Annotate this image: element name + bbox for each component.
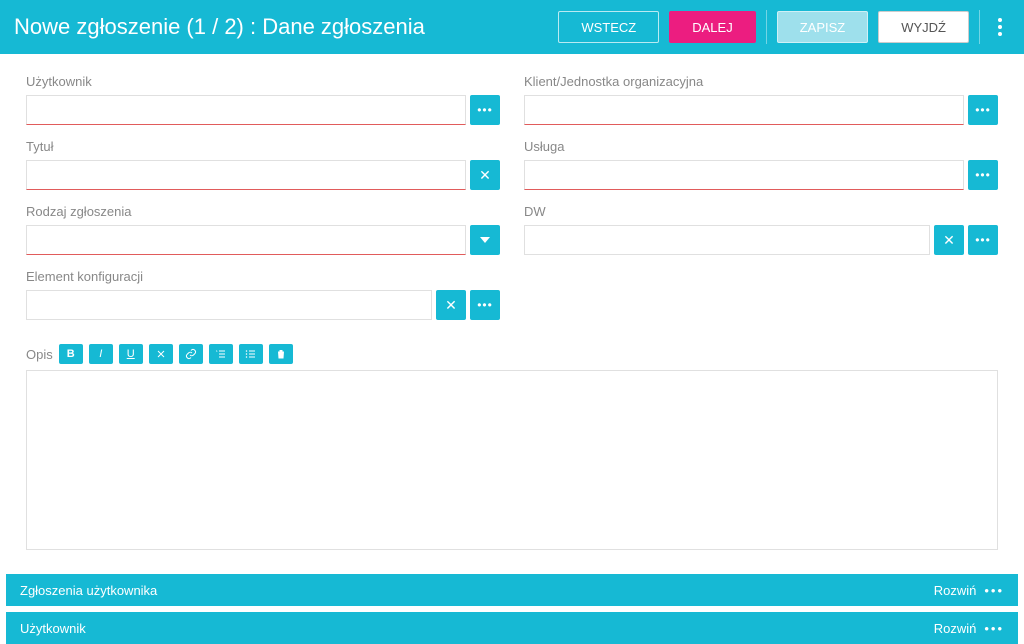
cc-field: DW — [524, 204, 998, 255]
ci-input[interactable] — [26, 290, 432, 320]
italic-button[interactable]: I — [89, 344, 113, 364]
list-unordered-icon — [245, 348, 257, 360]
expand-label[interactable]: Rozwiń — [934, 621, 977, 636]
user-section[interactable]: Użytkownik Rozwiń ••• — [6, 612, 1018, 644]
left-column: Użytkownik Tytuł Rodzaj zgłoszenia Eleme… — [26, 74, 500, 334]
section-title: Zgłoszenia użytkownika — [20, 583, 157, 598]
list-ordered-icon: 1 — [215, 348, 227, 360]
page-title: Nowe zgłoszenie (1 / 2) : Dane zgłoszeni… — [14, 14, 425, 40]
description-toolbar: Opis B I U 1 — [26, 344, 998, 364]
title-clear-button[interactable] — [470, 160, 500, 190]
user-field: Użytkownik — [26, 74, 500, 125]
bold-button[interactable]: B — [59, 344, 83, 364]
user-label: Użytkownik — [26, 74, 500, 89]
spacer — [0, 550, 1024, 568]
description-editor[interactable] — [26, 370, 998, 550]
type-field: Rodzaj zgłoszenia — [26, 204, 500, 255]
cc-label: DW — [524, 204, 998, 219]
client-lookup-button[interactable] — [968, 95, 998, 125]
user-lookup-button[interactable] — [470, 95, 500, 125]
expand-label[interactable]: Rozwiń — [934, 583, 977, 598]
ci-clear-button[interactable] — [436, 290, 466, 320]
list-unordered-button[interactable] — [239, 344, 263, 364]
type-input[interactable] — [26, 225, 466, 255]
save-button[interactable]: ZAPISZ — [777, 11, 869, 43]
attachment-button[interactable] — [269, 344, 293, 364]
title-label: Tytuł — [26, 139, 500, 154]
cc-clear-button[interactable] — [934, 225, 964, 255]
form-content: Użytkownik Tytuł Rodzaj zgłoszenia Eleme… — [0, 54, 1024, 344]
title-field: Tytuł — [26, 139, 500, 190]
link-button[interactable] — [179, 344, 203, 364]
right-column: Klient/Jednostka organizacyjna Usługa DW — [524, 74, 998, 334]
header-buttons: WSTECZ DALEJ ZAPISZ WYJDŹ — [558, 10, 1010, 44]
client-input[interactable] — [524, 95, 964, 125]
client-field: Klient/Jednostka organizacyjna — [524, 74, 998, 125]
section-more-icon[interactable]: ••• — [984, 621, 1004, 636]
underline-button[interactable]: U — [119, 344, 143, 364]
clear-format-button[interactable] — [149, 344, 173, 364]
cc-lookup-button[interactable] — [968, 225, 998, 255]
service-field: Usługa — [524, 139, 998, 190]
ci-field: Element konfiguracji — [26, 269, 500, 320]
type-dropdown-button[interactable] — [470, 225, 500, 255]
client-label: Klient/Jednostka organizacyjna — [524, 74, 998, 89]
separator — [766, 10, 767, 44]
desc-label: Opis — [26, 347, 53, 362]
separator — [979, 10, 980, 44]
clear-format-icon — [155, 348, 167, 360]
title-input[interactable] — [26, 160, 466, 190]
italic-icon: I — [99, 348, 102, 360]
type-label: Rodzaj zgłoszenia — [26, 204, 500, 219]
back-button[interactable]: WSTECZ — [558, 11, 659, 43]
more-menu-icon[interactable] — [990, 12, 1010, 42]
cc-input[interactable] — [524, 225, 930, 255]
svg-text:1: 1 — [216, 349, 218, 353]
trash-icon — [275, 348, 287, 360]
exit-button[interactable]: WYJDŹ — [878, 11, 969, 43]
underline-icon: U — [127, 348, 135, 360]
ci-lookup-button[interactable] — [470, 290, 500, 320]
link-icon — [185, 348, 197, 360]
service-label: Usługa — [524, 139, 998, 154]
service-lookup-button[interactable] — [968, 160, 998, 190]
next-button[interactable]: DALEJ — [669, 11, 755, 43]
list-ordered-button[interactable]: 1 — [209, 344, 233, 364]
bold-icon: B — [67, 348, 75, 360]
page-header: Nowe zgłoszenie (1 / 2) : Dane zgłoszeni… — [0, 0, 1024, 54]
section-title: Użytkownik — [20, 621, 86, 636]
description-section: Opis B I U 1 — [0, 344, 1024, 550]
section-more-icon[interactable]: ••• — [984, 583, 1004, 598]
ci-label: Element konfiguracji — [26, 269, 500, 284]
user-tickets-section[interactable]: Zgłoszenia użytkownika Rozwiń ••• — [6, 574, 1018, 606]
user-input[interactable] — [26, 95, 466, 125]
service-input[interactable] — [524, 160, 964, 190]
